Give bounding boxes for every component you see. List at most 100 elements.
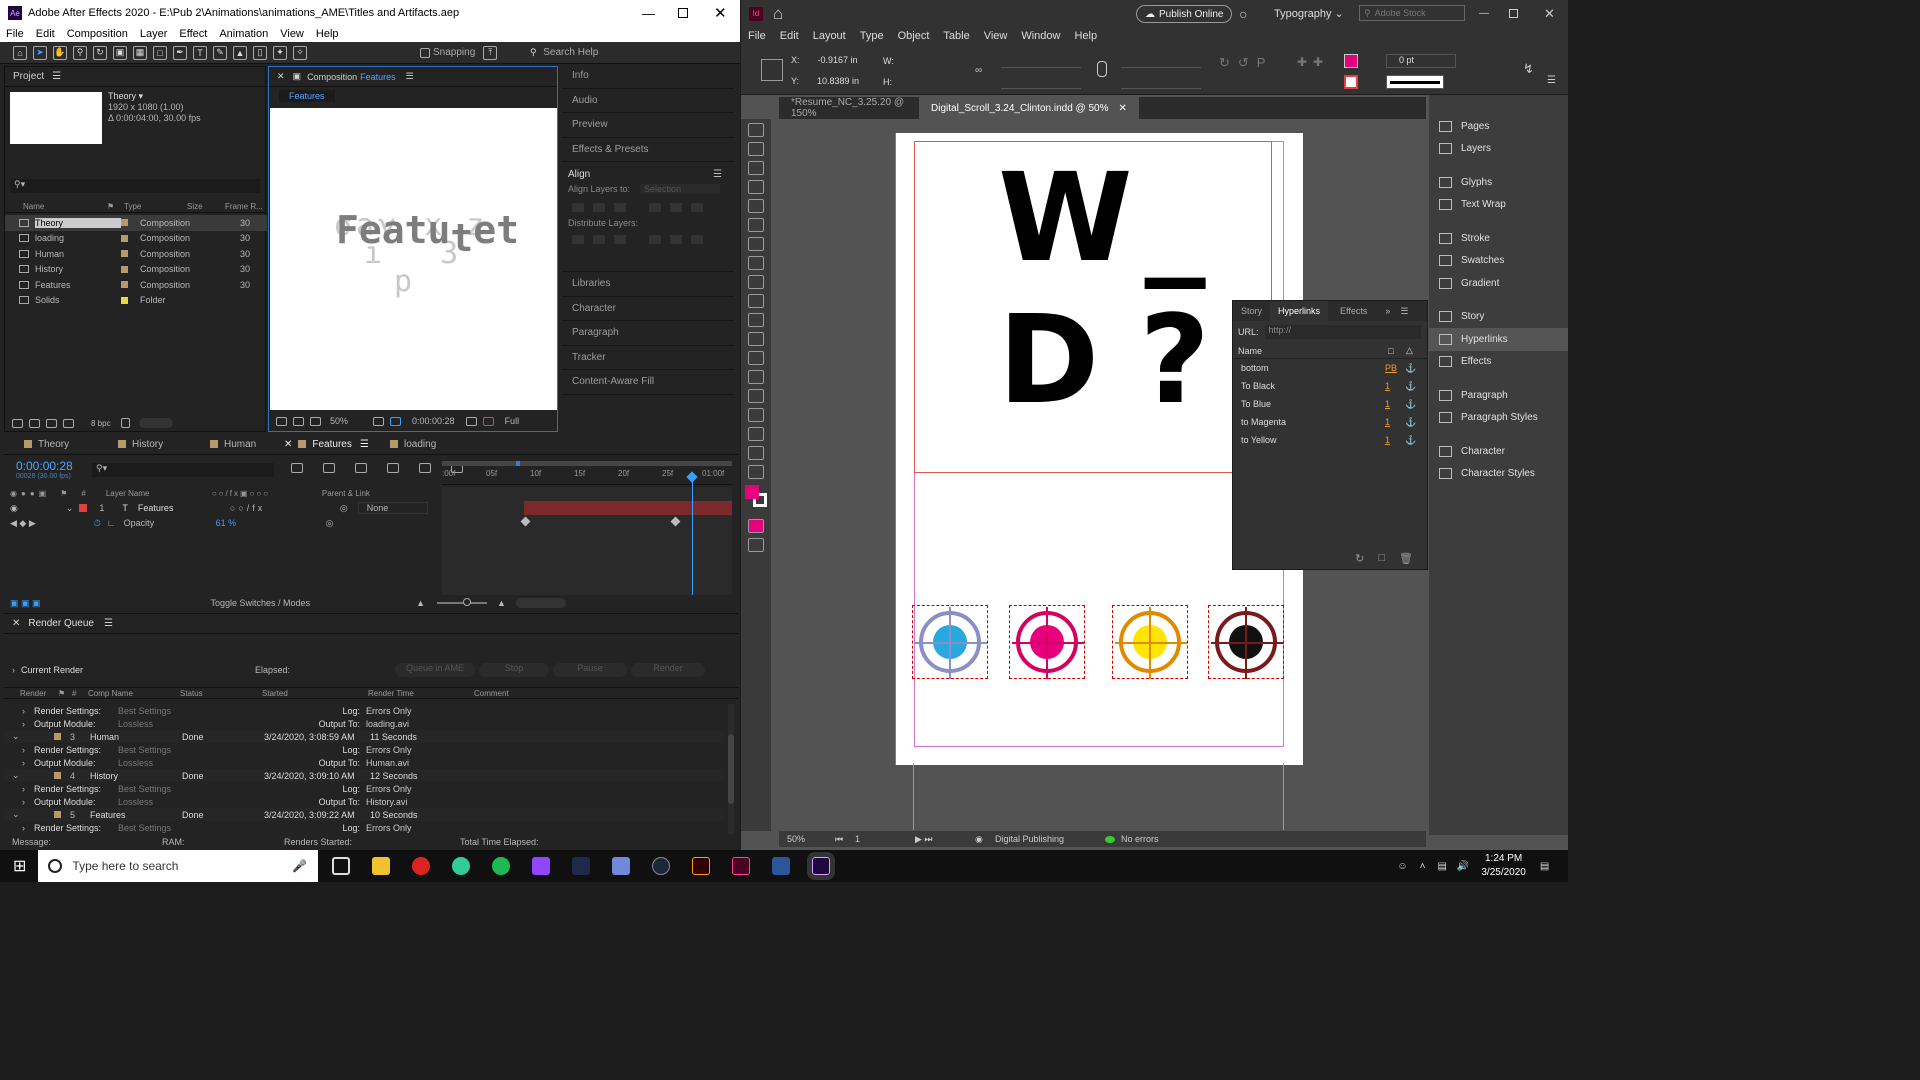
zoom-out-icon[interactable]: ▲ [416,598,425,608]
hyperlink-row[interactable]: To Black 1 ⚓ [1233,377,1427,395]
expand-icon[interactable]: » [1385,306,1390,316]
direct-selection-tool-icon[interactable] [748,142,764,156]
effects-tab[interactable]: Effects [1328,306,1379,316]
pencil-tool-icon[interactable] [748,275,764,289]
maximize-icon[interactable] [678,8,688,18]
playhead[interactable] [692,473,693,595]
label-swatch[interactable] [54,733,61,740]
opacity-value[interactable]: 61 % [216,518,326,528]
shear-field[interactable] [1121,75,1201,89]
panel-layers[interactable]: Layers [1429,138,1568,161]
rq-item-row[interactable]: ⌄ 5 Features Done 3/24/2020, 3:09:22 AM 10 Se… [4,808,724,821]
scale-x-field[interactable] [1001,54,1081,68]
stroke-type-dropdown[interactable] [1386,75,1444,89]
x-position-field[interactable]: -0.9167 in [818,55,870,65]
panel-gradient[interactable]: Gradient [1429,272,1568,295]
rectangle-tool-icon[interactable] [748,313,764,327]
panel-paragraph[interactable]: Paragraph [1429,384,1568,407]
hand-tool-icon[interactable]: ✋ [53,45,67,60]
project-tab[interactable]: Project ☰ [5,67,265,87]
hyperlink-page[interactable]: 1 [1385,435,1405,445]
snap-options-icon[interactable]: ⤒ [483,45,498,60]
trash-icon[interactable] [120,418,130,428]
layer-row[interactable]: ◉ ⌄ 1 T Features ○○/fx ◎ None [4,501,440,515]
type-tool-icon[interactable] [748,218,764,232]
frame-blending-icon[interactable] [387,463,399,473]
minimize-icon[interactable]: — [642,6,655,21]
trash-icon[interactable]: 🗑 [1399,552,1413,565]
people-icon[interactable]: ☺ [1397,861,1407,872]
registration-target[interactable] [1208,605,1284,679]
mask-visibility-icon[interactable] [310,416,321,426]
panel-swatches[interactable]: Swatches [1429,250,1568,273]
fill-stroke-swatches[interactable] [745,485,767,507]
ae-menu-view[interactable]: View [280,28,304,40]
panel-effects[interactable]: Effects [1429,351,1568,374]
rotation-field[interactable] [1121,54,1201,68]
layer-name[interactable]: Features [138,503,230,513]
reference-point-icon[interactable] [761,59,783,81]
gradient-feather-tool-icon[interactable] [748,389,764,403]
file-explorer-icon[interactable] [372,857,391,875]
keyframe-nav-icon[interactable]: ◀ ◆ ▶ [10,518,36,529]
panel-menu-icon[interactable]: ☰ [713,169,722,180]
page-nav[interactable]: ⏮ [835,834,855,845]
rq-log-value[interactable]: loading.avi [366,719,472,729]
rq-log-value[interactable]: Errors Only [366,745,472,755]
ae-menu-composition[interactable]: Composition [67,28,128,40]
composition-tab[interactable]: ✕ ▣ Composition Features ☰ [269,67,557,87]
registration-target[interactable] [1112,605,1188,679]
publish-online-button[interactable]: ☁ Publish Online [1136,5,1233,23]
home-icon[interactable]: ⌂ [13,45,27,60]
interpret-footage-icon[interactable] [12,418,23,428]
tray-chevron-icon[interactable]: ˄ [1420,861,1426,872]
pickwhip-icon[interactable]: ◎ [340,503,348,514]
close-icon[interactable]: ✕ [714,4,727,22]
hyperlink-page[interactable]: 1 [1385,417,1405,427]
rq-setting-value[interactable]: Lossless [118,719,308,729]
puppet-tool-icon[interactable]: ✧ [293,45,307,60]
panel-pages[interactable]: Pages [1429,115,1568,138]
twirl-icon[interactable]: › [22,758,34,768]
project-item[interactable]: History Composition 30 [5,262,267,278]
volume-icon[interactable]: 🔊 [1457,861,1469,872]
comp-viewer[interactable]: σаγ x z i 3 p Featutet [270,108,557,410]
show-channel-icon[interactable] [482,416,494,426]
free-transform-tool-icon[interactable] [748,351,764,365]
tl-tab-theory[interactable]: Theory [4,439,98,450]
ae-menu-effect[interactable]: Effect [179,28,207,40]
lightbulb-icon[interactable]: ○ [1239,6,1247,22]
project-search-input[interactable]: ⚲▾ [10,179,260,193]
registration-target[interactable] [1009,605,1085,679]
close-icon[interactable]: ✕ [12,618,20,629]
id-menu-type[interactable]: Type [860,30,884,42]
hyperlink-page[interactable]: 1 [1385,399,1405,409]
comp-name-dropdown[interactable]: Theory ▾ [108,91,201,102]
libraries-panel-tab[interactable]: Libraries [562,272,734,297]
timeline-ruler[interactable]: :00f 05f 10f 15f 20f 25f 01:00f [442,459,732,485]
eye-icon[interactable]: ◉ [10,503,18,514]
page-heading-line1[interactable]: W_ [998,155,1218,281]
hyperlink-row[interactable]: to Magenta 1 ⚓ [1233,413,1427,431]
col-layer-name[interactable]: Layer Name [106,489,212,498]
close-icon[interactable]: ✕ [284,439,292,450]
word-icon[interactable] [772,857,791,875]
id-menu-file[interactable]: File [748,30,766,42]
anchor-icon[interactable]: ⚓ [1405,399,1416,410]
flowchart-icon[interactable] [63,418,74,428]
col-type[interactable]: Type [124,202,187,211]
id-menu-object[interactable]: Object [898,30,930,42]
tl-tab-features[interactable]: ✕ Features ☰ [270,439,380,450]
zoom-slider[interactable] [437,598,487,606]
close-icon[interactable]: ✕ [1118,103,1126,114]
col-size[interactable]: Size [187,202,225,211]
rq-setting-value[interactable]: Best Settings [118,823,308,833]
comp-timecode[interactable]: 0:00:00:28 [412,416,455,426]
col-status[interactable]: Status [180,689,262,698]
doc-tab-digital-scroll[interactable]: Digital_Scroll_3.24_Clinton.indd @ 50% ✕ [919,97,1139,119]
timeline-timecode[interactable]: 0:00:00:28 [16,459,73,473]
col-parent-link[interactable]: Parent & Link [322,489,370,498]
pause-button[interactable]: Pause [553,663,627,677]
scissors-tool-icon[interactable] [748,332,764,346]
snapshot-icon[interactable] [465,416,477,426]
